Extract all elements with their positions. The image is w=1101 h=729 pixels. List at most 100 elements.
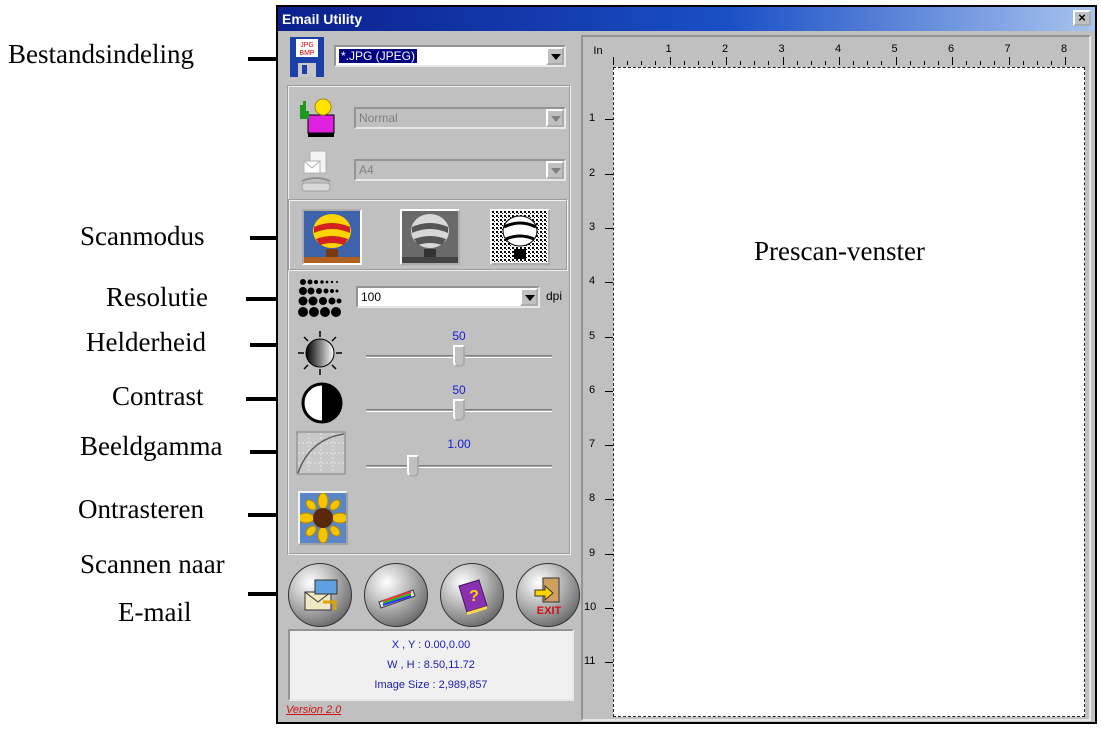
paper-size-select[interactable]: A4 (354, 159, 566, 181)
ruler-v-label: 1 (589, 112, 596, 125)
ruler-tick (613, 57, 614, 65)
resolution-unit: dpi (546, 289, 563, 303)
status-panel: X , Y : 0.00,0.00 W , H : 8.50,11.72 Ima… (288, 629, 574, 701)
ruler-v-label: 11 (584, 655, 596, 668)
resolution-value: 100 (361, 290, 382, 304)
ruler-minor-tick (1050, 61, 1052, 65)
ruler-tick (605, 227, 613, 229)
ruler-v-label: 5 (589, 329, 596, 342)
ruler-tick (839, 57, 840, 65)
ruler-v-label: 10 (584, 601, 597, 613)
ruler-tick (605, 445, 613, 447)
ruler-minor-tick (980, 61, 982, 65)
image-size: Image Size : 2,989,857 (374, 679, 488, 691)
ruler-tick (1065, 57, 1066, 65)
callout-gamma: Beeldgamma (80, 431, 223, 461)
ruler-minor-tick (641, 61, 643, 65)
ruler-minor-tick (768, 61, 770, 65)
ruler-v-label: 8 (589, 492, 596, 505)
horizontal-ruler: 1 2 3 4 5 6 7 8 (613, 37, 1089, 65)
ruler-h-label: 2 (722, 43, 729, 55)
help-button[interactable]: ? (440, 563, 504, 627)
gamma-value: 1.00 (447, 437, 471, 451)
scanner-icon (378, 589, 416, 609)
ruler-minor-tick (881, 61, 883, 65)
ruler-tick (605, 173, 613, 175)
brightness-icon (296, 329, 344, 377)
chevron-down-icon[interactable] (546, 47, 564, 65)
svg-text:?: ? (469, 588, 479, 605)
scan-to-email-button[interactable] (288, 563, 352, 627)
ruler-tick (726, 57, 727, 65)
gamma-curve-icon (296, 431, 346, 475)
resolution-select[interactable]: 100 (356, 286, 540, 308)
ruler-minor-tick (683, 61, 685, 65)
ruler-v-label: 2 (589, 166, 596, 179)
email-utility-window: Email Utility × JPG BMP *.JPG (JPEG) Nor… (276, 5, 1097, 724)
ruler-h-label: 8 (1061, 43, 1068, 55)
paper-size-value: A4 (359, 163, 374, 177)
ruler-minor-tick (655, 61, 657, 65)
jpg-bmp-disk-icon: JPG BMP (290, 37, 324, 77)
callout-arrow (246, 390, 294, 408)
prescan-button[interactable] (364, 563, 428, 627)
contrast-slider-thumb[interactable] (453, 399, 465, 421)
ruler-tick (1008, 57, 1010, 65)
ruler-tick (605, 608, 613, 609)
scan-email-icon (304, 579, 338, 611)
exit-button[interactable]: EXIT (516, 563, 580, 627)
brightness-value: 50 (452, 329, 466, 343)
ruler-tick (605, 390, 613, 392)
lineart-balloon-icon (492, 211, 548, 263)
paper-size-icon (300, 149, 332, 195)
descreen-button[interactable] (298, 491, 348, 545)
contrast-value: 50 (452, 383, 466, 397)
version-label[interactable]: Version 2.0 (286, 704, 341, 716)
svg-text:JPG: JPG (300, 42, 314, 49)
ruler-minor-tick (966, 61, 968, 65)
callout-resolution: Resolutie (106, 282, 208, 312)
prescan-window[interactable]: In 1 2 3 4 5 6 7 8 1 2 3 4 5 6 7 8 9 10 11 Prescan-venste… (581, 35, 1091, 721)
gamma-slider-thumb[interactable] (406, 455, 419, 477)
ruler-tick (605, 499, 613, 501)
ruler-minor-tick (909, 61, 911, 65)
ruler-unit: In (593, 45, 603, 57)
scan-mode-color-button[interactable] (302, 209, 362, 265)
ruler-tick (952, 57, 953, 65)
scan-mode-gray-button[interactable] (400, 209, 460, 265)
scan-mode-group (288, 199, 568, 271)
chevron-down-icon[interactable] (546, 109, 564, 127)
ruler-minor-tick (711, 61, 713, 65)
ruler-minor-tick (923, 61, 925, 65)
ruler-tick (669, 57, 671, 65)
ruler-minor-tick (867, 61, 869, 65)
file-format-value: *.JPG (JPEG) (339, 49, 418, 63)
ruler-tick (782, 57, 784, 65)
callout-file-format: Bestandsindeling (8, 39, 194, 69)
prescan-page[interactable]: Prescan-venster (613, 67, 1085, 717)
sunflower-icon (300, 493, 346, 543)
image-type-select[interactable]: Normal (354, 107, 566, 129)
close-button[interactable]: × (1073, 10, 1091, 26)
file-format-select[interactable]: *.JPG (JPEG) (334, 45, 566, 67)
ruler-minor-tick (627, 61, 629, 65)
scan-mode-lineart-button[interactable] (490, 209, 550, 265)
brightness-slider-thumb[interactable] (453, 345, 465, 367)
callout-descreen: Ontrasteren (78, 494, 204, 524)
ruler-minor-tick (697, 61, 699, 65)
ruler-minor-tick (740, 61, 742, 65)
exit-icon: EXIT (534, 577, 562, 617)
contrast-icon (300, 381, 344, 425)
ruler-minor-tick (994, 61, 996, 65)
ruler-h-label: 3 (778, 43, 785, 55)
ruler-minor-tick (1036, 61, 1038, 65)
image-type-value: Normal (359, 111, 398, 125)
gamma-slider-track[interactable] (366, 465, 552, 468)
chevron-down-icon[interactable] (520, 288, 538, 306)
chevron-down-icon[interactable] (546, 161, 564, 179)
ruler-minor-tick (937, 61, 939, 65)
callout-scan-email: Scannen naar (80, 549, 225, 579)
svg-text:BMP: BMP (299, 50, 315, 57)
ruler-v-label: 7 (589, 438, 596, 451)
prescan-window-label: Prescan-venster (754, 236, 925, 266)
